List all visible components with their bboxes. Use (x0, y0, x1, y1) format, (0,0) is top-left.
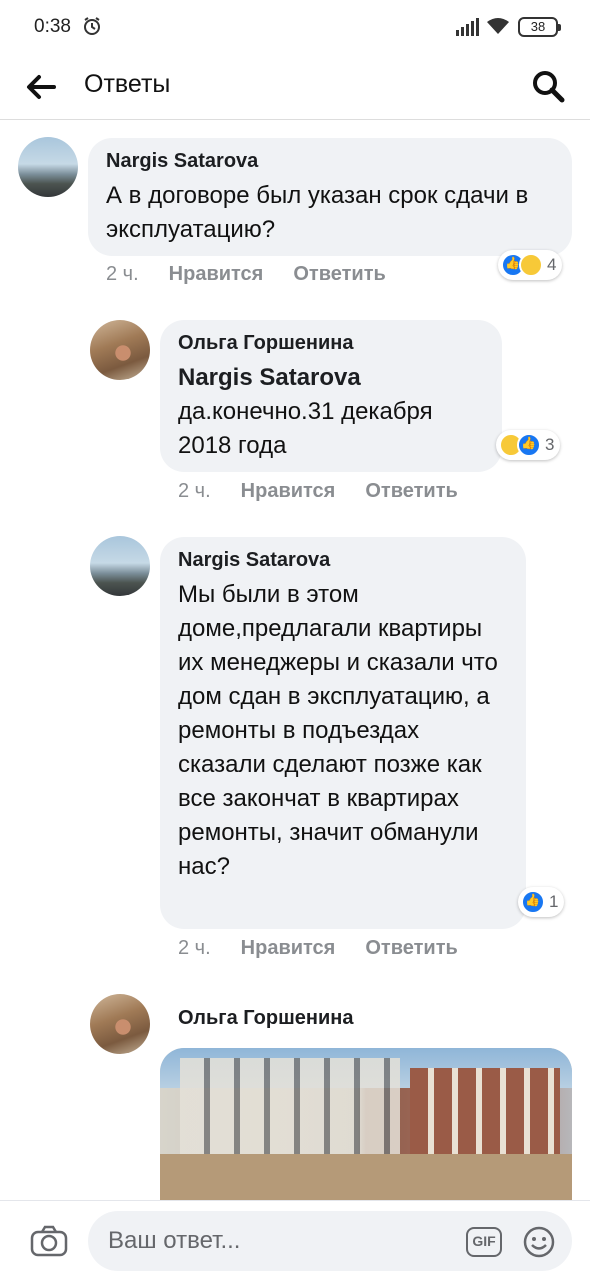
reply-button[interactable]: Ответить (293, 263, 385, 286)
comment-author[interactable]: Ольга Горшенина (178, 332, 484, 355)
like-icon (521, 890, 545, 914)
like-button[interactable]: Нравится (241, 480, 336, 503)
comment-actions: 2 ч. Нравится Ответить (178, 480, 458, 503)
haha-icon (519, 253, 543, 277)
comment-time: 2 ч. (106, 263, 139, 285)
comment-bubble[interactable]: Nargis Satarova Мы были в этом доме,пред… (160, 537, 526, 929)
photo-building (410, 1068, 560, 1158)
reply-button[interactable]: Ответить (365, 480, 457, 503)
search-icon[interactable] (530, 68, 566, 104)
battery-icon: 38 (518, 17, 561, 37)
like-button[interactable]: Нравится (241, 937, 336, 960)
comment-bubble[interactable]: Nargis Satarova А в договоре был указан … (88, 138, 572, 256)
comment-author[interactable]: Nargis Satarova (106, 150, 554, 173)
emoji-icon[interactable] (522, 1225, 556, 1259)
comment-text: А в договоре был указан срок сдачи в экс… (106, 182, 529, 243)
comment-text: да.конечно.31 декабря 2018 года (178, 398, 433, 459)
comment-actions: 2 ч. Нравится Ответить (178, 937, 458, 960)
mention-tag[interactable]: Nargis Satarova (178, 361, 484, 395)
reactions-summary[interactable]: 4 (498, 250, 563, 280)
reactions-summary[interactable]: 1 (518, 887, 565, 917)
reply-placeholder[interactable]: Ваш ответ... (108, 1227, 240, 1255)
comment-photo[interactable] (160, 1048, 572, 1200)
comment-time: 2 ч. (178, 480, 211, 502)
status-bar: 0:38 38 (0, 0, 590, 54)
comment-text: Мы были в этом доме,предлагали квартиры … (178, 581, 498, 880)
avatar[interactable] (18, 137, 78, 197)
comment-bubble[interactable]: Ольга Горшенина Nargis Satarova да.конеч… (160, 320, 502, 472)
comment-actions: 2 ч. Нравится Ответить (106, 263, 386, 286)
comment-time: 2 ч. (178, 937, 211, 959)
like-icon (517, 433, 541, 457)
reaction-count: 4 (547, 255, 557, 274)
app-header: Ответы (0, 54, 590, 120)
avatar[interactable] (90, 536, 150, 596)
camera-icon[interactable] (30, 1225, 68, 1257)
gif-button[interactable]: GIF (466, 1227, 502, 1257)
reactions-summary[interactable]: 3 (496, 430, 561, 460)
page-title: Ответы (84, 70, 171, 98)
photo-ground (160, 1154, 572, 1200)
reply-button[interactable]: Ответить (365, 937, 457, 960)
avatar[interactable] (90, 994, 150, 1054)
back-arrow-icon[interactable] (24, 70, 58, 104)
reply-composer: Ваш ответ... GIF (0, 1200, 590, 1280)
reaction-count: 1 (549, 892, 559, 911)
wifi-icon (487, 18, 509, 34)
comment-author[interactable]: Ольга Горшенина (178, 1007, 353, 1030)
like-button[interactable]: Нравится (169, 263, 264, 286)
alarm-icon (84, 17, 100, 35)
photo-building (180, 1058, 400, 1158)
status-time: 0:38 (34, 16, 71, 37)
reaction-count: 3 (545, 435, 555, 454)
comment-author[interactable]: Nargis Satarova (178, 549, 508, 572)
signal-icon (456, 18, 479, 36)
avatar[interactable] (90, 320, 150, 380)
